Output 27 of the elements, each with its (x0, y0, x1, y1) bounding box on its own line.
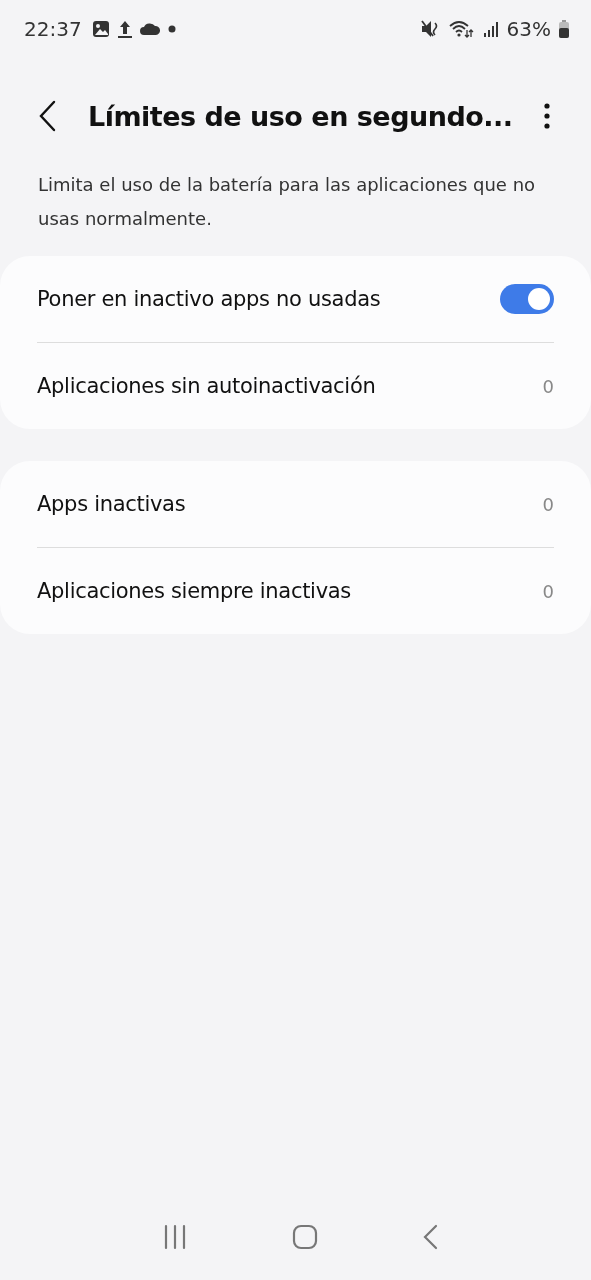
row-label: Aplicaciones siempre inactivas (37, 579, 352, 603)
more-options-icon[interactable] (543, 103, 551, 129)
home-icon[interactable] (292, 1224, 319, 1250)
row-label: Aplicaciones sin autoinactivación (37, 374, 377, 398)
dot-icon (167, 25, 176, 33)
settings-row[interactable]: Poner en inactivo apps no usadas (37, 256, 554, 342)
status-time: 22:37 (24, 17, 82, 41)
row-label: Poner en inactivo apps no usadas (37, 287, 382, 311)
settings-row[interactable]: Aplicaciones siempre inactivas 0 (37, 548, 554, 634)
row-count: 0 (542, 493, 554, 515)
cloud-icon (139, 23, 160, 35)
page-title: Límites de uso en segundo... (88, 100, 514, 132)
upload-icon (117, 19, 132, 39)
back-icon[interactable] (38, 100, 58, 132)
back-nav-icon[interactable] (422, 1224, 439, 1250)
row-count: 0 (542, 580, 554, 602)
row-count: 0 (542, 375, 554, 397)
battery-percent: 63% (506, 17, 551, 41)
settings-row[interactable]: Aplicaciones sin autoinactivación 0 (37, 343, 554, 429)
image-icon (91, 20, 110, 38)
toggle-switch[interactable] (500, 284, 554, 314)
settings-row[interactable]: Apps inactivas 0 (37, 461, 554, 547)
signal-icon (482, 21, 499, 37)
row-label: Apps inactivas (37, 492, 187, 516)
description-text: Limita el uso de la batería para las aplicaciones que no usas normalmente. (38, 173, 537, 231)
wifi-icon (448, 20, 475, 38)
battery-icon (559, 20, 569, 38)
